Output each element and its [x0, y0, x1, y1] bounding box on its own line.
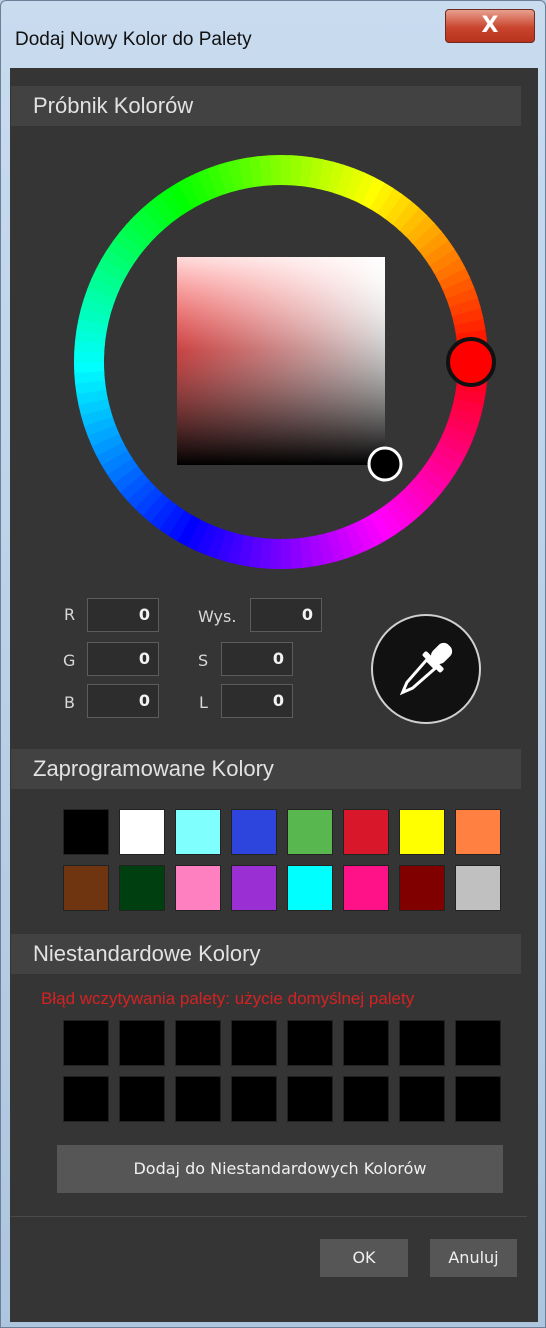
section-header-custom-colors: Niestandardowe Kolory [11, 934, 521, 974]
preset-color-swatch[interactable] [455, 865, 501, 911]
eyedropper-icon [399, 642, 453, 696]
g-input[interactable]: 0 [87, 642, 159, 676]
custom-color-swatch[interactable] [455, 1020, 501, 1066]
custom-color-swatch[interactable] [119, 1076, 165, 1122]
custom-color-swatch[interactable] [455, 1076, 501, 1122]
custom-color-swatch[interactable] [119, 1020, 165, 1066]
palette-load-error: Błąd wczytywania palety: użycie domyślne… [41, 989, 415, 1008]
section-header-preset-colors: Zaprogramowane Kolory [11, 749, 521, 789]
ok-button[interactable]: OK [320, 1239, 408, 1277]
preset-color-swatch[interactable] [231, 865, 277, 911]
preset-color-swatch[interactable] [175, 809, 221, 855]
custom-color-swatch[interactable] [343, 1020, 389, 1066]
custom-color-swatch[interactable] [287, 1076, 333, 1122]
preset-color-swatch[interactable] [119, 865, 165, 911]
custom-color-swatch[interactable] [63, 1076, 109, 1122]
b-input[interactable]: 0 [87, 684, 159, 718]
custom-color-swatch[interactable] [175, 1020, 221, 1066]
l-label: L [199, 693, 208, 712]
b-label: B [64, 693, 75, 712]
s-label: S [198, 651, 209, 670]
separator [11, 1216, 527, 1217]
sl-handle[interactable] [367, 446, 403, 482]
custom-color-swatch[interactable] [399, 1076, 445, 1122]
s-input[interactable]: 0 [221, 642, 293, 676]
custom-color-swatch[interactable] [231, 1020, 277, 1066]
r-input[interactable]: 0 [87, 598, 159, 632]
custom-color-swatch[interactable] [175, 1076, 221, 1122]
preset-color-swatch[interactable] [175, 865, 221, 911]
custom-color-swatch[interactable] [287, 1020, 333, 1066]
preset-color-swatch[interactable] [63, 865, 109, 911]
hue-label: Wys. [198, 607, 237, 626]
preset-color-swatch[interactable] [287, 809, 333, 855]
dialog-window: Dodaj Nowy Kolor do Palety X Próbnik Kol… [0, 0, 546, 1328]
custom-color-swatch[interactable] [399, 1020, 445, 1066]
hue-input[interactable]: 0 [250, 598, 322, 632]
preset-color-swatch[interactable] [231, 809, 277, 855]
cancel-button[interactable]: Anuluj [430, 1239, 517, 1277]
saturation-lightness-square[interactable] [177, 257, 385, 465]
preset-color-swatch[interactable] [343, 865, 389, 911]
preset-color-swatch[interactable] [63, 809, 109, 855]
preset-color-swatch[interactable] [343, 809, 389, 855]
color-picker [1, 1, 546, 569]
custom-color-swatch[interactable] [231, 1076, 277, 1122]
custom-color-swatch[interactable] [343, 1076, 389, 1122]
preset-color-swatch[interactable] [119, 809, 165, 855]
r-label: R [64, 605, 76, 624]
eyedropper-button[interactable] [371, 614, 481, 724]
preset-color-swatch[interactable] [399, 865, 445, 911]
hue-handle[interactable] [446, 337, 496, 387]
add-custom-color-button[interactable]: Dodaj do Niestandardowych Kolorów [57, 1145, 503, 1193]
preset-color-swatch[interactable] [287, 865, 333, 911]
g-label: G [63, 651, 76, 670]
l-input[interactable]: 0 [221, 684, 293, 718]
preset-color-swatch[interactable] [455, 809, 501, 855]
custom-color-swatch[interactable] [63, 1020, 109, 1066]
preset-color-swatch[interactable] [399, 809, 445, 855]
